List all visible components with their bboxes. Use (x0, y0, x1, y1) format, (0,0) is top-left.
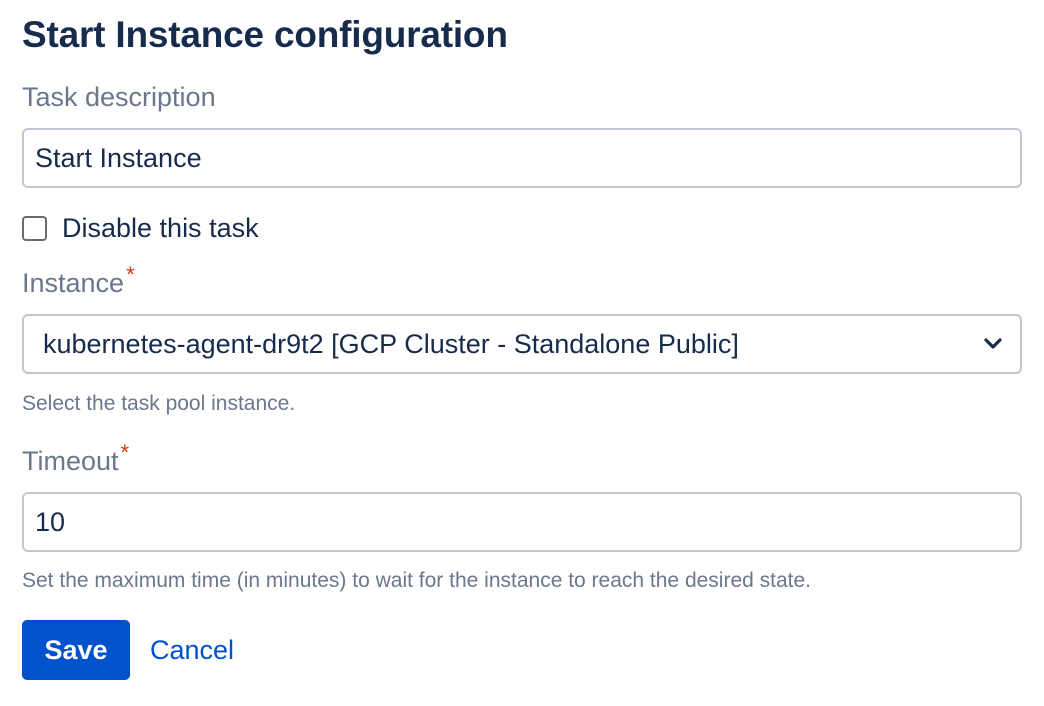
save-button[interactable]: Save (22, 620, 130, 680)
page-title: Start Instance configuration (22, 14, 508, 55)
cancel-link[interactable]: Cancel (150, 620, 234, 680)
task-description-input[interactable] (22, 128, 1022, 188)
timeout-input[interactable] (22, 492, 1022, 552)
task-description-label: Task description (22, 82, 216, 113)
timeout-required-marker: * (120, 440, 130, 465)
timeout-label-text: Timeout (22, 446, 119, 476)
timeout-help-text: Set the maximum time (in minutes) to wai… (22, 569, 812, 592)
instance-help-text: Select the task pool instance. (22, 392, 296, 415)
task-description-label-text: Task description (22, 82, 216, 112)
instance-select[interactable]: kubernetes-agent-dr9t2 [GCP Cluster - St… (22, 314, 1022, 374)
chevron-down-icon (984, 338, 1002, 350)
timeout-label: Timeout* (22, 440, 129, 477)
instance-select-value: kubernetes-agent-dr9t2 [GCP Cluster - St… (43, 328, 739, 359)
disable-task-label[interactable]: Disable this task (62, 213, 259, 244)
disable-task-checkbox[interactable] (22, 215, 47, 241)
instance-required-marker: * (126, 262, 135, 287)
instance-label: Instance* (22, 262, 135, 299)
disable-task-row[interactable]: Disable this task (22, 208, 259, 248)
instance-label-text: Instance (22, 268, 125, 298)
